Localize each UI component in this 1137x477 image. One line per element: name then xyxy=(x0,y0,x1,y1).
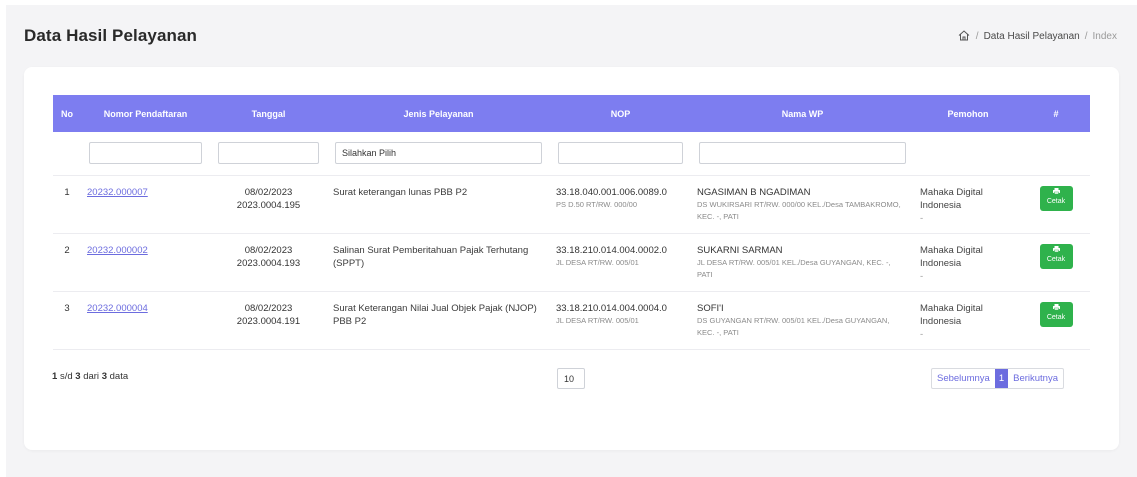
column-header-tanggal[interactable]: Tanggal xyxy=(210,95,327,132)
info-sd: s/d xyxy=(59,371,73,382)
cell-pemohon: Mahaka Digital Indonesia xyxy=(920,244,983,269)
cell-nama-wp: SUKARNI SARMAN xyxy=(697,244,783,256)
column-header-action: # xyxy=(1022,95,1090,132)
cell-nop: 33.18.040.001.006.0089.0 xyxy=(556,186,667,198)
info-dari: dari xyxy=(83,371,100,382)
cell-pemohon-extra: - xyxy=(920,212,924,224)
cell-wp-address: JL DESA RT/RW. 005/01 KEL./Desa GUYANGAN… xyxy=(697,257,891,279)
pagination: Sebelumnya 1 Berikutnya xyxy=(931,368,1064,389)
column-header-nomor[interactable]: Nomor Pendaftaran xyxy=(81,95,210,132)
registration-number-link[interactable]: 20232.000004 xyxy=(87,303,148,314)
pagination-next[interactable]: Berikutnya xyxy=(1008,369,1063,388)
cell-tanggal: 08/02/2023 xyxy=(244,186,293,198)
cell-no: 2 xyxy=(53,233,81,292)
info-total: 3 xyxy=(101,371,107,382)
filter-row: Silahkan Pilih xyxy=(53,132,1090,176)
cell-no: 1 xyxy=(53,175,81,234)
cell-nop: 33.18.210.014.004.0004.0 xyxy=(556,302,667,314)
print-button[interactable]: Cetak xyxy=(1039,185,1073,211)
breadcrumb: / Data Hasil Pelayanan / Index xyxy=(958,30,1117,42)
registration-number-link[interactable]: 20232.000002 xyxy=(87,245,148,256)
page-title: Data Hasil Pelayanan xyxy=(24,26,198,45)
printer-icon xyxy=(1052,188,1060,194)
filter-tanggal-input[interactable] xyxy=(218,142,319,165)
column-header-no: No xyxy=(53,95,81,132)
breadcrumb-separator: / xyxy=(1084,30,1088,42)
info-from: 1 xyxy=(52,371,58,382)
cell-kode: 2023.0004.193 xyxy=(236,257,301,269)
cell-nop: 33.18.210.014.004.0002.0 xyxy=(556,244,667,256)
page-header: Data Hasil Pelayanan / Data Hasil Pelaya… xyxy=(24,24,1117,48)
home-icon[interactable] xyxy=(958,30,971,42)
filter-nop-input[interactable] xyxy=(558,142,683,165)
cell-pemohon-extra: - xyxy=(920,270,924,282)
cell-pemohon: Mahaka Digital Indonesia xyxy=(920,302,983,327)
filter-nama-input[interactable] xyxy=(699,142,906,165)
cell-nama-wp: SOFI'I xyxy=(697,302,724,314)
table-row: 3 20232.000004 08/02/2023 2023.0004.191 … xyxy=(53,291,1090,350)
pagination-info: 1 s/d 3 dari 3 data xyxy=(52,371,128,382)
print-button-label: Cetak xyxy=(1046,198,1066,205)
cell-nop-address: JL DESA RT/RW. 005/01 xyxy=(556,315,639,325)
cell-no: 3 xyxy=(53,291,81,350)
print-button-label: Cetak xyxy=(1046,256,1066,263)
content-card: No Nomor Pendaftaran Tanggal Jenis Pelay… xyxy=(24,67,1119,450)
cell-nop-address: JL DESA RT/RW. 005/01 xyxy=(556,257,639,267)
print-button[interactable]: Cetak xyxy=(1039,301,1073,327)
column-header-nop[interactable]: NOP xyxy=(550,95,691,132)
page-size-select[interactable]: 10 xyxy=(557,368,585,389)
filter-nomor-input[interactable] xyxy=(89,142,202,165)
cell-jenis: Surat Keterangan Nilai Jual Objek Pajak … xyxy=(327,291,550,350)
printer-icon xyxy=(1052,304,1060,310)
column-header-jenis[interactable]: Jenis Pelayanan xyxy=(327,95,550,132)
cell-jenis: Surat keterangan lunas PBB P2 xyxy=(327,175,550,234)
cell-kode: 2023.0004.191 xyxy=(236,315,301,327)
breadcrumb-item-data-hasil[interactable]: Data Hasil Pelayanan xyxy=(984,31,1080,42)
column-header-nama-wp[interactable]: Nama WP xyxy=(691,95,914,132)
table-container: No Nomor Pendaftaran Tanggal Jenis Pelay… xyxy=(53,95,1090,350)
registration-number-link[interactable]: 20232.000007 xyxy=(87,187,148,198)
cell-nama-wp: NGASIMAN B NGADIMAN xyxy=(697,186,811,198)
cell-wp-address: DS WUKIRSARI RT/RW. 000/00 KEL./Desa TAM… xyxy=(697,199,901,221)
pagination-prev[interactable]: Sebelumnya xyxy=(932,369,995,388)
breadcrumb-current: Index xyxy=(1092,30,1117,42)
table-body: 1 20232.000007 08/02/2023 2023.0004.195 … xyxy=(53,175,1090,350)
column-header-pemohon[interactable]: Pemohon xyxy=(914,95,1022,132)
results-table: No Nomor Pendaftaran Tanggal Jenis Pelay… xyxy=(53,95,1090,350)
cell-tanggal: 08/02/2023 xyxy=(244,302,293,314)
cell-pemohon-extra: - xyxy=(920,328,924,340)
filter-jenis-select[interactable]: Silahkan Pilih xyxy=(335,142,542,165)
cell-nop-address: PS D.50 RT/RW. 000/00 xyxy=(556,199,638,209)
print-button-label: Cetak xyxy=(1046,314,1066,321)
cell-wp-address: DS GUYANGAN RT/RW. 005/01 KEL./Desa GUYA… xyxy=(697,315,890,337)
table-row: 2 20232.000002 08/02/2023 2023.0004.193 … xyxy=(53,233,1090,292)
cell-tanggal: 08/02/2023 xyxy=(244,244,293,256)
pagination-page-1[interactable]: 1 xyxy=(994,369,1009,388)
breadcrumb-separator: / xyxy=(975,30,979,42)
info-data: data xyxy=(109,371,129,382)
cell-pemohon: Mahaka Digital Indonesia xyxy=(920,186,983,211)
cell-kode: 2023.0004.195 xyxy=(236,199,301,211)
print-button[interactable]: Cetak xyxy=(1039,243,1073,269)
info-to: 3 xyxy=(75,371,81,382)
printer-icon xyxy=(1052,246,1060,252)
table-header-row: No Nomor Pendaftaran Tanggal Jenis Pelay… xyxy=(53,95,1090,132)
cell-jenis: Salinan Surat Pemberitahuan Pajak Terhut… xyxy=(327,233,550,292)
table-row: 1 20232.000007 08/02/2023 2023.0004.195 … xyxy=(53,175,1090,234)
